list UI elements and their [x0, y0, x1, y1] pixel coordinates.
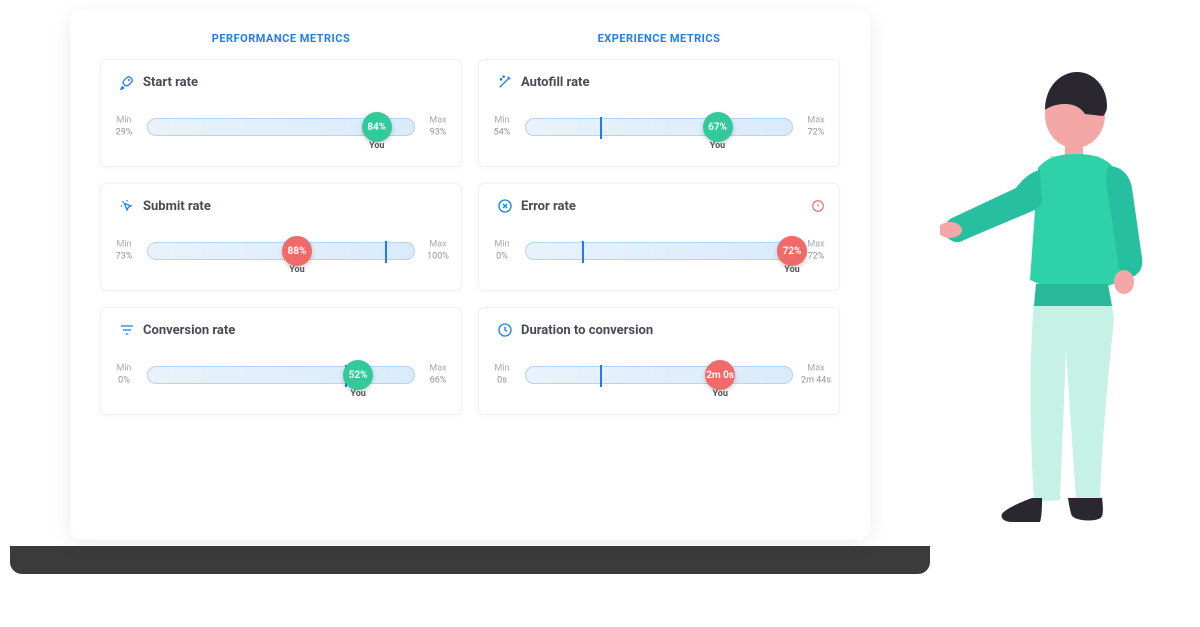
clock-icon — [497, 322, 513, 338]
median-tick — [600, 117, 602, 139]
conversion-rate-range: Median 49% Min0% Max66% 52% You — [147, 366, 415, 398]
min-label: Min0% — [104, 363, 144, 386]
performance-heading: PERFORMANCE METRICS — [100, 32, 462, 45]
filter-icon — [119, 322, 135, 338]
experience-column: EXPERIENCE METRICS Autofill rate Median … — [478, 32, 840, 530]
start-rate-range: Median 84% Min29% Max93% 84% You — [147, 118, 415, 150]
you-knob[interactable]: 2m 0s — [705, 360, 735, 390]
error-rate-card[interactable]: Error rate Median 15% Min0% Max72% 72% Y — [478, 183, 840, 291]
you-knob[interactable]: 88% — [282, 236, 312, 266]
range-bar: Min54% Max72% 67% You — [525, 118, 793, 136]
you-label: You — [350, 389, 365, 399]
max-label: Max72% — [796, 115, 836, 138]
submit-rate-title: Submit rate — [143, 199, 211, 214]
start-rate-title: Start rate — [143, 75, 198, 90]
max-label: Max100% — [418, 239, 458, 262]
cursor-click-icon — [119, 198, 135, 214]
autofill-rate-card[interactable]: Autofill rate Median 59% Min54% Max72% 6… — [478, 59, 840, 167]
start-rate-card[interactable]: Start rate Median 84% Min29% Max93% 84% — [100, 59, 462, 167]
rocket-icon — [119, 74, 135, 90]
submit-rate-card[interactable]: Submit rate Median 97% Min73% Max100% 88… — [100, 183, 462, 291]
laptop-frame: PERFORMANCE METRICS Start rate Median 84… — [50, 10, 890, 570]
median-tick — [582, 241, 584, 263]
you-label: You — [712, 389, 727, 399]
min-label: Min0s — [482, 363, 522, 386]
duration-card[interactable]: Duration to conversion Median 46s Min0s … — [478, 307, 840, 415]
duration-title: Duration to conversion — [521, 323, 653, 338]
submit-rate-range: Median 97% Min73% Max100% 88% You — [147, 242, 415, 274]
range-bar: Min0% Max72% 72% You — [525, 242, 793, 260]
min-label: Min73% — [104, 239, 144, 262]
max-label: Max93% — [418, 115, 458, 138]
median-tick — [385, 241, 387, 263]
range-bar: Min0s Max2m 44s 2m 0s You — [525, 366, 793, 384]
range-bar: Min29% Max93% 84% You — [147, 118, 415, 136]
person-illustration — [940, 60, 1170, 600]
autofill-rate-range: Median 59% Min54% Max72% 67% You — [525, 118, 793, 150]
min-label: Min54% — [482, 115, 522, 138]
autofill-rate-title: Autofill rate — [521, 75, 589, 90]
you-knob[interactable]: 52% — [343, 360, 373, 390]
you-label: You — [289, 265, 304, 275]
duration-range: Median 46s Min0s Max2m 44s 2m 0s You — [525, 366, 793, 398]
max-label: Max66% — [418, 363, 458, 386]
laptop-base — [10, 546, 930, 574]
max-label: Max2m 44s — [796, 363, 836, 386]
info-icon[interactable] — [811, 198, 825, 212]
performance-column: PERFORMANCE METRICS Start rate Median 84… — [100, 32, 462, 530]
range-bar: Min73% Max100% 88% You — [147, 242, 415, 260]
wand-icon — [497, 74, 513, 90]
dashboard-screen: PERFORMANCE METRICS Start rate Median 84… — [70, 10, 870, 540]
range-bar: Min0% Max66% 52% You — [147, 366, 415, 384]
min-label: Min29% — [104, 115, 144, 138]
experience-heading: EXPERIENCE METRICS — [478, 32, 840, 45]
median-tick — [600, 365, 602, 387]
you-label: You — [784, 265, 799, 275]
error-rate-title: Error rate — [521, 199, 576, 214]
you-knob[interactable]: 84% — [362, 112, 392, 142]
you-knob[interactable]: 72% — [777, 236, 807, 266]
you-knob[interactable]: 67% — [703, 112, 733, 142]
conversion-rate-card[interactable]: Conversion rate Median 49% Min0% Max66% … — [100, 307, 462, 415]
error-circle-icon — [497, 198, 513, 214]
you-label: You — [369, 141, 384, 151]
min-label: Min0% — [482, 239, 522, 262]
you-label: You — [710, 141, 725, 151]
conversion-rate-title: Conversion rate — [143, 323, 235, 338]
error-rate-range: Median 15% Min0% Max72% 72% You — [525, 242, 793, 274]
